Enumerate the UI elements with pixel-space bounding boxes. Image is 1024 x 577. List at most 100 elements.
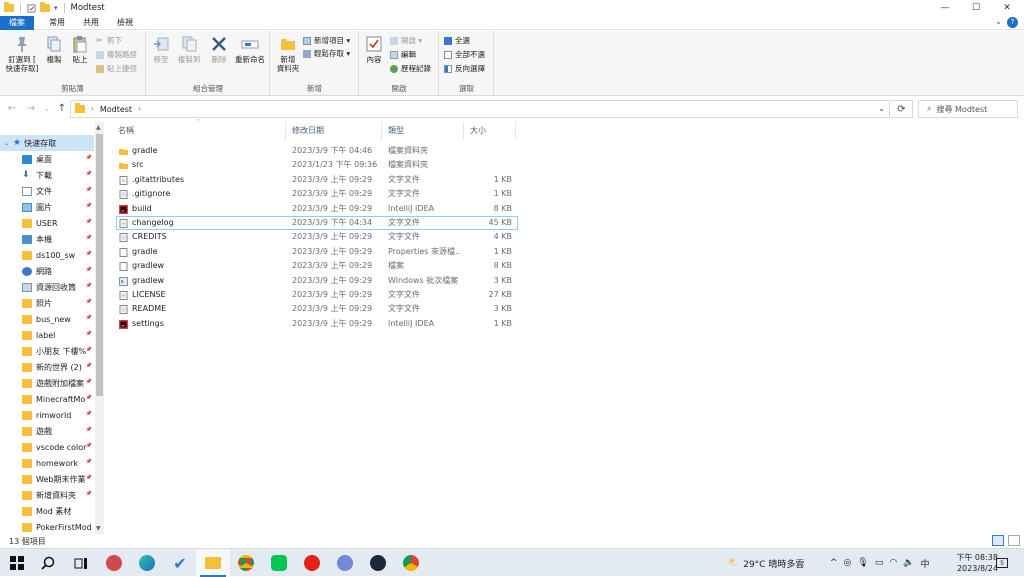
back-button[interactable]: ← — [5, 102, 19, 116]
new-folder-button[interactable]: 新增 資料夾 — [273, 35, 303, 73]
microphone-icon[interactable]: 🎙 — [857, 558, 868, 568]
tab-home[interactable]: 常用 — [40, 16, 74, 30]
nav-item[interactable]: USER 📌 — [0, 215, 94, 231]
tab-view[interactable]: 檢視 — [108, 16, 142, 30]
chevron-up-icon[interactable]: ^ — [830, 558, 838, 568]
nav-item[interactable]: MinecraftMo 📌 — [0, 391, 94, 407]
nav-item[interactable]: 遊戲 📌 — [0, 423, 94, 439]
taskbar-line[interactable] — [262, 549, 296, 577]
nav-item[interactable]: 新增資料夾 📌 — [0, 487, 94, 503]
maximize-button[interactable]: ☐ — [961, 0, 991, 16]
nav-item[interactable]: Web期末作業 📌 — [0, 471, 94, 487]
nav-scrollbar[interactable]: ▲ ▼ — [95, 122, 104, 534]
nav-item[interactable]: Mod 素材 — [0, 503, 94, 519]
history-button[interactable]: 歷程記錄 — [390, 63, 431, 74]
pin-quick-access-button[interactable]: 釘選到 [ 快速存取] — [4, 35, 40, 73]
nav-item[interactable]: 圖片 📌 — [0, 199, 94, 215]
battery-icon[interactable]: ▭ — [875, 558, 884, 568]
chevron-down-icon[interactable]: ⌄ — [878, 104, 885, 113]
help-icon[interactable]: ? — [1007, 17, 1018, 28]
file-row[interactable]: gradlew 2023/3/9 上午 09:29 檔案 8 KB — [116, 259, 518, 273]
select-none-button[interactable]: 全部不選 — [444, 49, 485, 60]
move-to-button[interactable]: 移至 — [149, 35, 173, 64]
tab-share[interactable]: 共用 — [74, 16, 108, 30]
taskbar-discord[interactable] — [328, 549, 362, 577]
file-row[interactable]: .gitignore 2023/3/9 上午 09:29 文字文件 1 KB — [116, 187, 518, 201]
scrollbar-thumb[interactable] — [96, 134, 103, 396]
nav-item[interactable]: homework 📌 — [0, 455, 94, 471]
cut-button[interactable]: ✂ 剪下 — [96, 35, 122, 46]
address-bar[interactable]: › Modtest › ⌄ — [70, 100, 890, 118]
up-button[interactable]: ↑ — [55, 102, 69, 116]
customize-toolbar-icon[interactable]: ▾ — [54, 4, 58, 12]
properties-icon[interactable] — [27, 3, 36, 13]
invert-selection-button[interactable]: 反向選擇 — [444, 63, 485, 74]
search-box[interactable]: ⌕ 搜尋 Modtest — [918, 100, 1018, 118]
easy-access-button[interactable]: 輕鬆存取 ▾ — [303, 48, 350, 59]
nav-item[interactable]: 小朋友 下樓% 📌 — [0, 343, 94, 359]
copy-to-button[interactable]: 複製到 — [175, 35, 203, 64]
taskbar-chrome-2[interactable] — [394, 549, 428, 577]
forward-button[interactable]: → — [24, 102, 38, 116]
taskbar-youtube[interactable] — [295, 549, 329, 577]
file-row[interactable]: gradle 2023/3/9 下午 04:46 檔案資料夾 — [116, 144, 518, 158]
select-all-button[interactable]: 全選 — [444, 35, 470, 46]
refresh-button[interactable]: ⟳ — [891, 100, 913, 118]
new-item-button[interactable]: 新增項目 ▾ — [303, 35, 350, 46]
taskbar-steam[interactable] — [361, 549, 395, 577]
tray-app-icon[interactable]: ◎ — [844, 558, 852, 568]
nav-item[interactable]: 照片 📌 — [0, 295, 94, 311]
file-row[interactable]: src 2023/1/23 下午 09:36 檔案資料夾 — [116, 158, 518, 172]
taskbar-todo[interactable]: ✔ — [163, 549, 197, 577]
start-button[interactable] — [0, 549, 34, 577]
taskbar-file-explorer[interactable] — [196, 549, 230, 577]
task-view-button[interactable] — [64, 549, 98, 577]
nav-item[interactable]: 本機 📌 — [0, 231, 94, 247]
chevron-right-icon[interactable]: › — [91, 105, 94, 113]
file-row[interactable]: changelog 2023/3/9 下午 04:34 文字文件 45 KB — [116, 216, 518, 231]
nav-item[interactable]: rimworld 📌 — [0, 407, 94, 423]
file-row[interactable]: .gitattributes 2023/3/9 上午 09:29 文字文件 1 KB — [116, 173, 518, 187]
taskbar-edge[interactable] — [130, 549, 164, 577]
delete-button[interactable]: 刪除 — [207, 35, 231, 64]
file-row[interactable]: gradle 2023/3/9 上午 09:29 Properties 來源檔...… — [116, 245, 518, 259]
file-row[interactable]: README 2023/3/9 上午 09:29 文字文件 3 KB — [116, 302, 518, 316]
file-row[interactable]: CREDITS 2023/3/9 上午 09:29 文字文件 4 KB — [116, 230, 518, 244]
chevron-right-icon[interactable]: › — [138, 105, 141, 113]
scroll-down-icon[interactable]: ▼ — [96, 525, 101, 532]
notification-button[interactable]: 5 — [996, 549, 1008, 577]
nav-item[interactable]: ds100_sw 📌 — [0, 247, 94, 263]
breadcrumb[interactable]: Modtest — [100, 105, 132, 114]
paste-button[interactable]: 貼上 — [68, 35, 92, 64]
tab-file[interactable]: 檔案 — [0, 15, 34, 30]
file-row[interactable]: LICENSE 2023/3/9 上午 09:29 文字文件 27 KB — [116, 288, 518, 302]
copy-path-button[interactable]: 複製路徑 — [96, 49, 137, 60]
volume-icon[interactable]: 🔈 — [903, 558, 914, 568]
recent-locations-icon[interactable]: ⌄ — [40, 102, 54, 116]
nav-item[interactable]: 遊戲附加檔案 📌 — [0, 375, 94, 391]
clock[interactable]: 下午 08:38 2023/8/24 — [956, 552, 998, 574]
nav-item[interactable]: 網路 📌 — [0, 263, 94, 279]
column-name[interactable]: 名稱 — [112, 122, 286, 140]
weather-widget[interactable]: ⛅ 29°C 晴時多雲 — [728, 549, 804, 577]
column-size[interactable]: 大小 — [464, 122, 516, 140]
properties-button[interactable]: 內容 — [362, 35, 386, 64]
chevron-down-icon[interactable]: ⌄ — [4, 140, 9, 147]
edit-button[interactable]: 編輯 — [390, 49, 416, 60]
search-taskbar-button[interactable] — [31, 549, 65, 577]
nav-item[interactable]: bus_new 📌 — [0, 311, 94, 327]
details-view-button[interactable] — [992, 535, 1004, 546]
rename-button[interactable]: 重新命名 — [233, 35, 267, 64]
column-date[interactable]: 修改日期 — [286, 122, 382, 140]
column-type[interactable]: 類型 — [382, 122, 464, 140]
nav-item[interactable]: 文件 📌 — [0, 183, 94, 199]
ime-indicator[interactable]: 中 — [920, 557, 929, 570]
file-row[interactable]: gradlew 2023/3/9 上午 09:29 Windows 批次檔案 3 KB — [116, 274, 518, 288]
copy-button[interactable]: 複製 — [42, 35, 66, 64]
nav-item[interactable]: 新的世界 (2) 📌 — [0, 359, 94, 375]
taskbar-app-1[interactable] — [97, 549, 131, 577]
file-row[interactable]: settings 2023/3/9 上午 09:29 IntelliJ IDEA 1 … — [116, 317, 518, 331]
nav-quick-access[interactable]: ⌄ ★ 快速存取 — [0, 135, 94, 151]
large-icons-view-button[interactable] — [1008, 535, 1020, 546]
minimize-button[interactable]: — — [930, 0, 960, 16]
